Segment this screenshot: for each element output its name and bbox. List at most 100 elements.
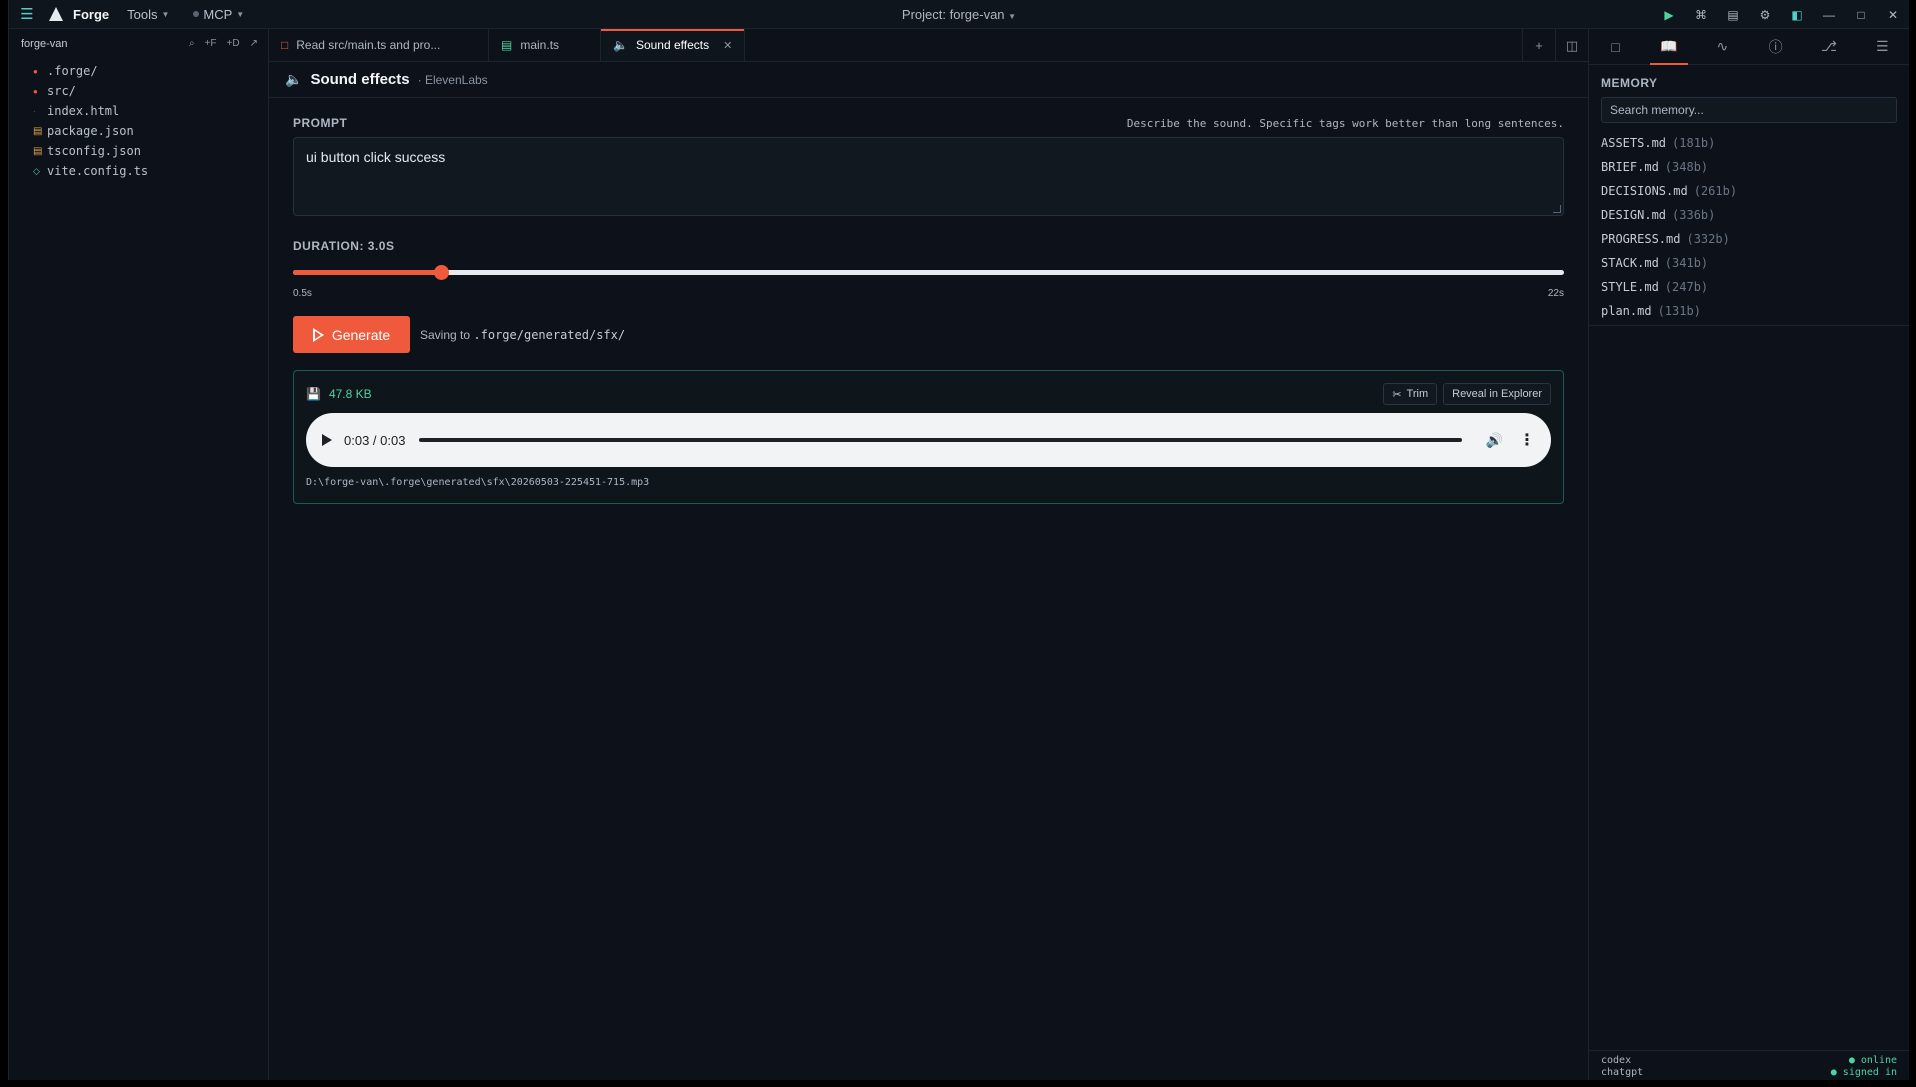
tree-item-package-json[interactable]: ▤ package.json [9,121,268,141]
play-icon[interactable] [322,434,332,446]
memory-item[interactable]: ASSETS.md (181b) [1589,131,1909,155]
reveal-in-explorer-button[interactable]: Reveal in Explorer [1443,383,1551,405]
duration-slider[interactable] [293,263,1564,281]
more-options-icon[interactable]: ⋮ [1519,430,1535,450]
mcp-menu[interactable]: MCP ▼ [193,7,244,22]
memory-item-size: (348b) [1664,160,1709,174]
tab-chat[interactable]: □ Read src/main.ts and pro... [269,29,489,61]
layout-icon[interactable]: ▤ [1717,0,1749,29]
save-icon: 💾 [306,387,321,401]
tree-item-forge[interactable]: ● .forge/ [9,61,268,81]
hamburger-menu-icon[interactable]: ☰ [19,5,35,23]
resize-handle-icon[interactable] [1553,205,1561,213]
panel-toggle-icon[interactable]: ◧ [1781,0,1813,29]
close-window-icon[interactable]: ✕ [1877,0,1909,29]
tree-item-tsconfig-json[interactable]: ▤ tsconfig.json [9,141,268,161]
caret-down-icon: ▼ [1008,12,1017,21]
trim-button[interactable]: ✂ Trim [1383,383,1438,405]
activity-icon[interactable]: ∿ [1696,29,1749,64]
close-tab-icon[interactable]: ✕ [723,39,732,52]
chat-panel-icon[interactable]: □ [1589,29,1642,64]
provider-name: · ElevenLabs [417,72,488,87]
title-bar: ☰ Forge Tools ▼ MCP ▼ Project: forge-van ▼… [9,0,1909,29]
memory-item-size: (181b) [1672,136,1716,150]
memory-item-name: DECISIONS.md [1601,184,1688,198]
memory-item-name: STACK.md [1601,256,1659,270]
prompt-text: ui button click success [306,149,446,165]
memory-item[interactable]: DESIGN.md (336b) [1589,203,1909,227]
tab-sound-effects[interactable]: 🔈 Sound effects ✕ [601,29,746,61]
memory-item-size: (247b) [1664,280,1709,294]
git-branch-icon[interactable]: ⎇ [1802,29,1855,64]
memory-title: MEMORY [1601,76,1658,90]
new-folder-button[interactable]: +D [227,38,240,49]
memory-book-icon[interactable]: 📖 [1642,29,1695,65]
audio-player: 0:03 / 0:03 🔊 ⋮ [306,413,1551,467]
memory-search-input[interactable]: Search memory... [1601,97,1897,123]
memory-item-size: (261b) [1693,184,1738,198]
settings-icon[interactable]: ⚙ [1749,0,1781,29]
caret-down-icon: ▼ [161,9,170,19]
generate-label: Generate [331,326,391,343]
run-icon[interactable]: ▶ [1653,0,1685,29]
command-icon[interactable]: ⌘ [1685,0,1717,29]
info-icon[interactable]: ⓘ [1749,29,1802,64]
checklist-icon[interactable]: ☰ [1856,29,1909,64]
project-selector[interactable]: Project: forge-van ▼ [902,7,1016,22]
memory-item[interactable]: BRIEF.md (348b) [1589,155,1909,179]
collapse-icon[interactable]: ↗ [250,38,258,49]
new-file-button[interactable]: +F [205,38,217,49]
file-size: 47.8 KB [328,387,372,401]
result-card: 💾 47.8 KB ✂ Trim Reveal in Explorer 0:03 /… [293,370,1564,504]
search-files-icon[interactable]: ⌕ [189,38,195,49]
tools-menu[interactable]: Tools ▼ [127,7,169,22]
prompt-label: PROMPT [293,116,348,130]
memory-item-name: DESIGN.md [1601,208,1667,222]
seek-bar[interactable] [419,438,1462,442]
file-tree: ● .forge/ ● src/ · index.html ▤ package.json… [9,58,268,181]
memory-item-name: BRIEF.md [1601,160,1659,174]
memory-item[interactable]: STYLE.md (247b) [1589,275,1909,299]
tree-item-label: src/ [47,84,76,98]
scissors-icon: ✂ [1392,388,1402,401]
min-duration-label: 0.5s [293,288,312,299]
speaker-icon: 🔈 [613,38,628,52]
volume-icon[interactable]: 🔊 [1486,432,1503,449]
tab-main-ts[interactable]: ▤ main.ts [489,29,601,61]
tree-item-label: vite.config.ts [47,164,149,178]
caret-down-icon: ▼ [236,9,245,19]
app-window: ☰ Forge Tools ▼ MCP ▼ Project: forge-van ▼… [8,0,1909,1080]
memory-item[interactable]: DECISIONS.md (261b) [1589,179,1909,203]
memory-item[interactable]: STACK.md (341b) [1589,251,1909,275]
explorer-title: forge-van [21,37,68,50]
memory-item-size: (332b) [1686,232,1730,246]
prompt-textarea[interactable]: ui button click success [293,137,1564,216]
status-state: ● signed in [1830,1067,1897,1078]
mcp-menu-label: MCP [203,6,233,22]
memory-item[interactable]: plan.md (131b) [1589,299,1909,323]
tree-item-src[interactable]: ● src/ [9,81,268,101]
status-service-name: chatgpt [1601,1067,1644,1078]
minimize-icon[interactable]: — [1813,0,1845,29]
slider-thumb[interactable] [433,265,449,280]
output-file-path: D:\forge-van\.forge\generated\sfx\202605… [306,477,650,488]
tree-item-vite-config[interactable]: ◇ vite.config.ts [9,161,268,181]
speaker-icon: 🔈 [285,71,303,87]
generate-button[interactable]: Generate [293,316,410,353]
tab-label: Sound effects [635,38,710,52]
memory-item[interactable]: PROGRESS.md (332b) [1589,227,1909,251]
memory-item-name: STYLE.md [1601,280,1659,294]
memory-item-size: (341b) [1664,256,1709,270]
tree-item-index-html[interactable]: · index.html [9,101,268,121]
status-service-name: codex [1601,1055,1632,1066]
tree-item-label: .forge/ [47,64,98,78]
split-view-icon[interactable]: ◫ [1555,29,1588,62]
maximize-icon[interactable]: □ [1845,0,1877,29]
playback-time: 0:03 / 0:03 [344,432,406,448]
tree-item-label: index.html [47,104,120,118]
ts-file-icon: ◇ [33,165,40,176]
project-name: Project: forge-van [901,7,1005,22]
slider-fill [293,270,441,275]
new-tab-icon[interactable]: + [1522,29,1555,62]
prompt-hint: Describe the sound. Specific tags work b… [1126,116,1564,130]
